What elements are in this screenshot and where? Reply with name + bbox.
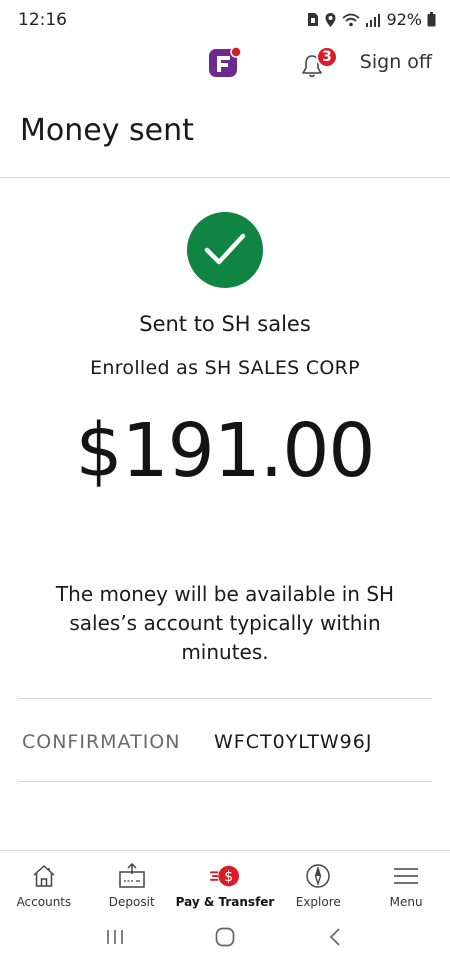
battery-icon	[427, 12, 436, 27]
divider	[18, 698, 432, 699]
divider	[0, 177, 450, 178]
tab-deposit[interactable]: Deposit	[88, 851, 176, 912]
confirmation-number: WFCT0YLTW96J	[214, 731, 373, 753]
menu-icon	[391, 863, 421, 889]
recent-apps-icon	[105, 928, 125, 950]
tab-explore[interactable]: Explore	[274, 851, 362, 912]
status-time: 12:16	[18, 10, 67, 30]
location-icon	[324, 12, 337, 28]
recent-apps-button[interactable]	[95, 924, 135, 954]
pay-transfer-icon: $	[210, 863, 240, 889]
signal-icon	[365, 13, 381, 27]
sim-icon	[307, 12, 319, 27]
page-title: Money sent	[20, 113, 194, 148]
home-button[interactable]	[205, 924, 245, 954]
recipient-text: Sent to SH sales	[139, 312, 311, 336]
divider	[18, 781, 432, 782]
app-logo	[208, 46, 242, 80]
back-button[interactable]	[315, 924, 355, 954]
home-circle-icon	[214, 926, 236, 952]
tab-label: Pay & Transfer	[175, 895, 275, 909]
system-navigation-bar	[0, 912, 450, 965]
back-icon	[328, 927, 342, 951]
notification-badge: 3	[316, 46, 338, 68]
tab-label: Accounts	[16, 895, 72, 909]
deposit-icon	[117, 863, 147, 889]
tab-pay-transfer[interactable]: $ Pay & Transfer	[175, 851, 275, 912]
availability-message: The money will be available in SH sales’…	[55, 582, 395, 664]
tab-label: Explore	[295, 895, 341, 909]
battery-percent: 92%	[386, 10, 422, 29]
wifi-icon	[342, 13, 361, 27]
enrolled-name: Enrolled as SH SALES CORP	[90, 357, 360, 379]
status-bar: 12:16 92%	[0, 0, 450, 40]
tab-label: Menu	[389, 895, 423, 909]
amount-sent: $191.00	[75, 408, 375, 494]
app-header: 3 Sign off	[0, 40, 450, 88]
tab-menu[interactable]: Menu	[362, 851, 450, 912]
home-icon	[29, 863, 59, 889]
success-check-icon	[187, 212, 263, 288]
svg-text:$: $	[224, 869, 233, 885]
tab-label: Deposit	[108, 895, 155, 909]
bottom-tab-bar: Accounts Deposit $ Pay & Transfer Explor…	[0, 850, 450, 912]
tab-accounts[interactable]: Accounts	[0, 851, 88, 912]
compass-icon	[303, 863, 333, 889]
sign-off-button[interactable]: Sign off	[360, 51, 432, 73]
confirmation-label: CONFIRMATION	[22, 731, 181, 753]
status-icons: 92%	[307, 10, 436, 29]
notifications-button[interactable]: 3	[299, 46, 343, 80]
